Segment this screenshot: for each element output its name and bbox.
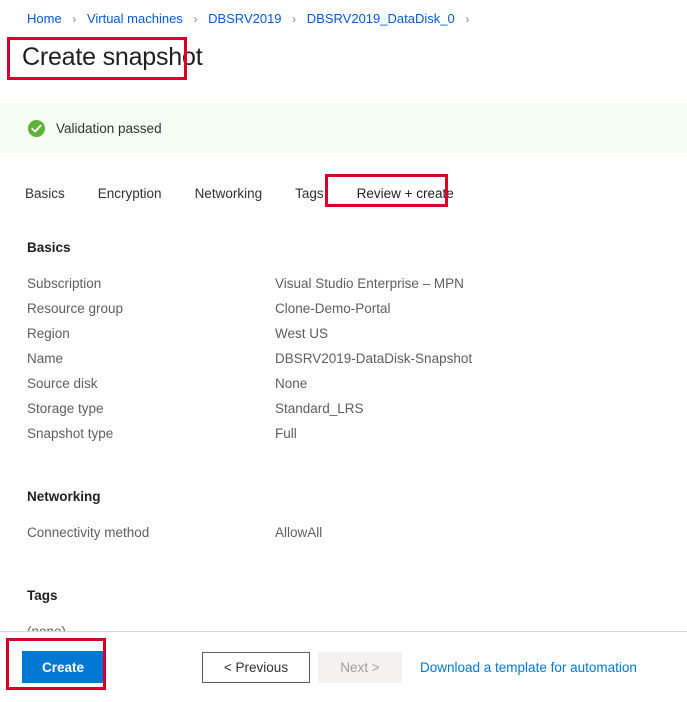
section-basics: Basics Subscription Visual Studio Enterp…	[0, 240, 687, 446]
detail-row-region: Region West US	[27, 321, 687, 346]
detail-label: Name	[27, 351, 64, 366]
detail-label: Storage type	[27, 401, 104, 416]
tab-networking[interactable]: Networking	[195, 184, 263, 204]
download-template-link[interactable]: Download a template for automation	[420, 660, 637, 675]
wizard-footer: Create < Previous Next > Download a temp…	[0, 631, 687, 702]
breadcrumb: Home › Virtual machines › DBSRV2019 › DB…	[0, 0, 687, 27]
breadcrumb-separator-icon: ›	[292, 12, 297, 26]
detail-label: Snapshot type	[27, 426, 114, 441]
page-title: Create snapshot	[22, 43, 203, 71]
breadcrumb-item-datadisk[interactable]: DBSRV2019_DataDisk_0	[307, 11, 455, 26]
section-networking: Networking Connectivity method AllowAll	[0, 489, 687, 545]
detail-value: Visual Studio Enterprise – MPN	[275, 276, 464, 291]
check-circle-icon	[28, 119, 45, 137]
section-title-tags: Tags	[27, 588, 58, 603]
detail-label: Source disk	[27, 376, 98, 391]
wizard-tabs: Basics Encryption Networking Tags Review…	[0, 174, 687, 211]
tab-review-create[interactable]: Review + create	[357, 184, 454, 204]
detail-label: Region	[27, 326, 70, 341]
breadcrumb-separator-icon: ›	[72, 12, 77, 26]
detail-row-connectivity-method: Connectivity method AllowAll	[27, 520, 687, 545]
breadcrumb-separator-icon: ›	[465, 12, 470, 26]
detail-row-source-disk: Source disk None	[27, 371, 687, 396]
section-title-networking: Networking	[27, 489, 101, 504]
detail-label: Connectivity method	[27, 525, 150, 540]
detail-value: DBSRV2019-DataDisk-Snapshot	[275, 351, 473, 366]
detail-value: None	[275, 376, 308, 391]
detail-row-snapshot-type: Snapshot type Full	[27, 421, 687, 446]
detail-row-storage-type: Storage type Standard_LRS	[27, 396, 687, 421]
detail-value: Full	[275, 426, 297, 441]
page-header: Create snapshot	[0, 37, 687, 81]
detail-label: Subscription	[27, 276, 102, 291]
detail-value: West US	[275, 326, 329, 341]
detail-value: Standard_LRS	[275, 401, 364, 416]
create-button[interactable]: Create	[22, 651, 104, 683]
validation-banner: Validation passed	[0, 103, 687, 153]
breadcrumb-item-home[interactable]: Home	[27, 11, 62, 26]
detail-label: Resource group	[27, 301, 124, 316]
tab-encryption[interactable]: Encryption	[98, 184, 162, 204]
validation-status-text: Validation passed	[56, 120, 162, 136]
breadcrumb-item-virtual-machines[interactable]: Virtual machines	[87, 11, 183, 26]
tab-basics[interactable]: Basics	[25, 184, 65, 204]
detail-value: Clone-Demo-Portal	[275, 301, 391, 316]
detail-row-resource-group: Resource group Clone-Demo-Portal	[27, 296, 687, 321]
breadcrumb-item-dbsrv2019[interactable]: DBSRV2019	[208, 11, 281, 26]
detail-row-subscription: Subscription Visual Studio Enterprise – …	[27, 271, 687, 296]
detail-value: AllowAll	[275, 525, 323, 540]
detail-row-name: Name DBSRV2019-DataDisk-Snapshot	[27, 346, 687, 371]
tab-tags[interactable]: Tags	[295, 184, 324, 204]
next-button: Next >	[318, 651, 402, 683]
breadcrumb-separator-icon: ›	[193, 12, 198, 26]
section-title-basics: Basics	[27, 240, 71, 255]
previous-button[interactable]: < Previous	[202, 651, 310, 683]
